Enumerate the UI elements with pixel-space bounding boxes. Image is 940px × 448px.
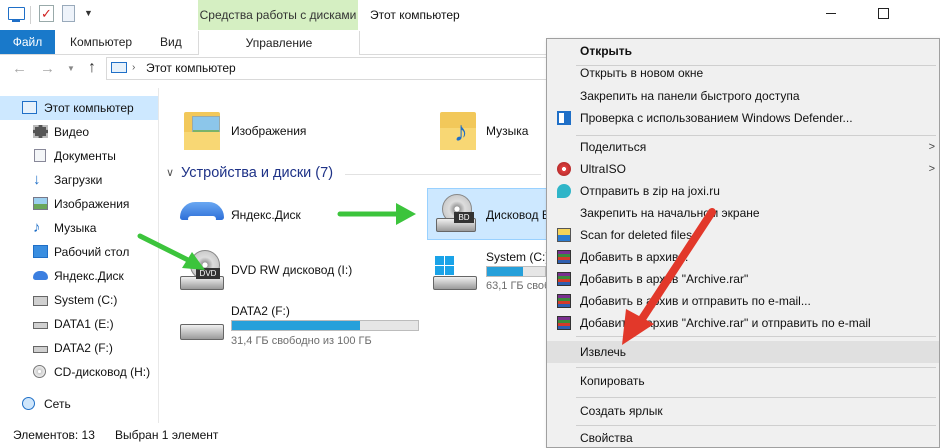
annotation-overlay [137, 203, 716, 345]
green-arrow-to-bd [337, 203, 416, 225]
green-arrow-to-dvd [137, 233, 205, 270]
red-arrow-to-eject [622, 208, 716, 345]
